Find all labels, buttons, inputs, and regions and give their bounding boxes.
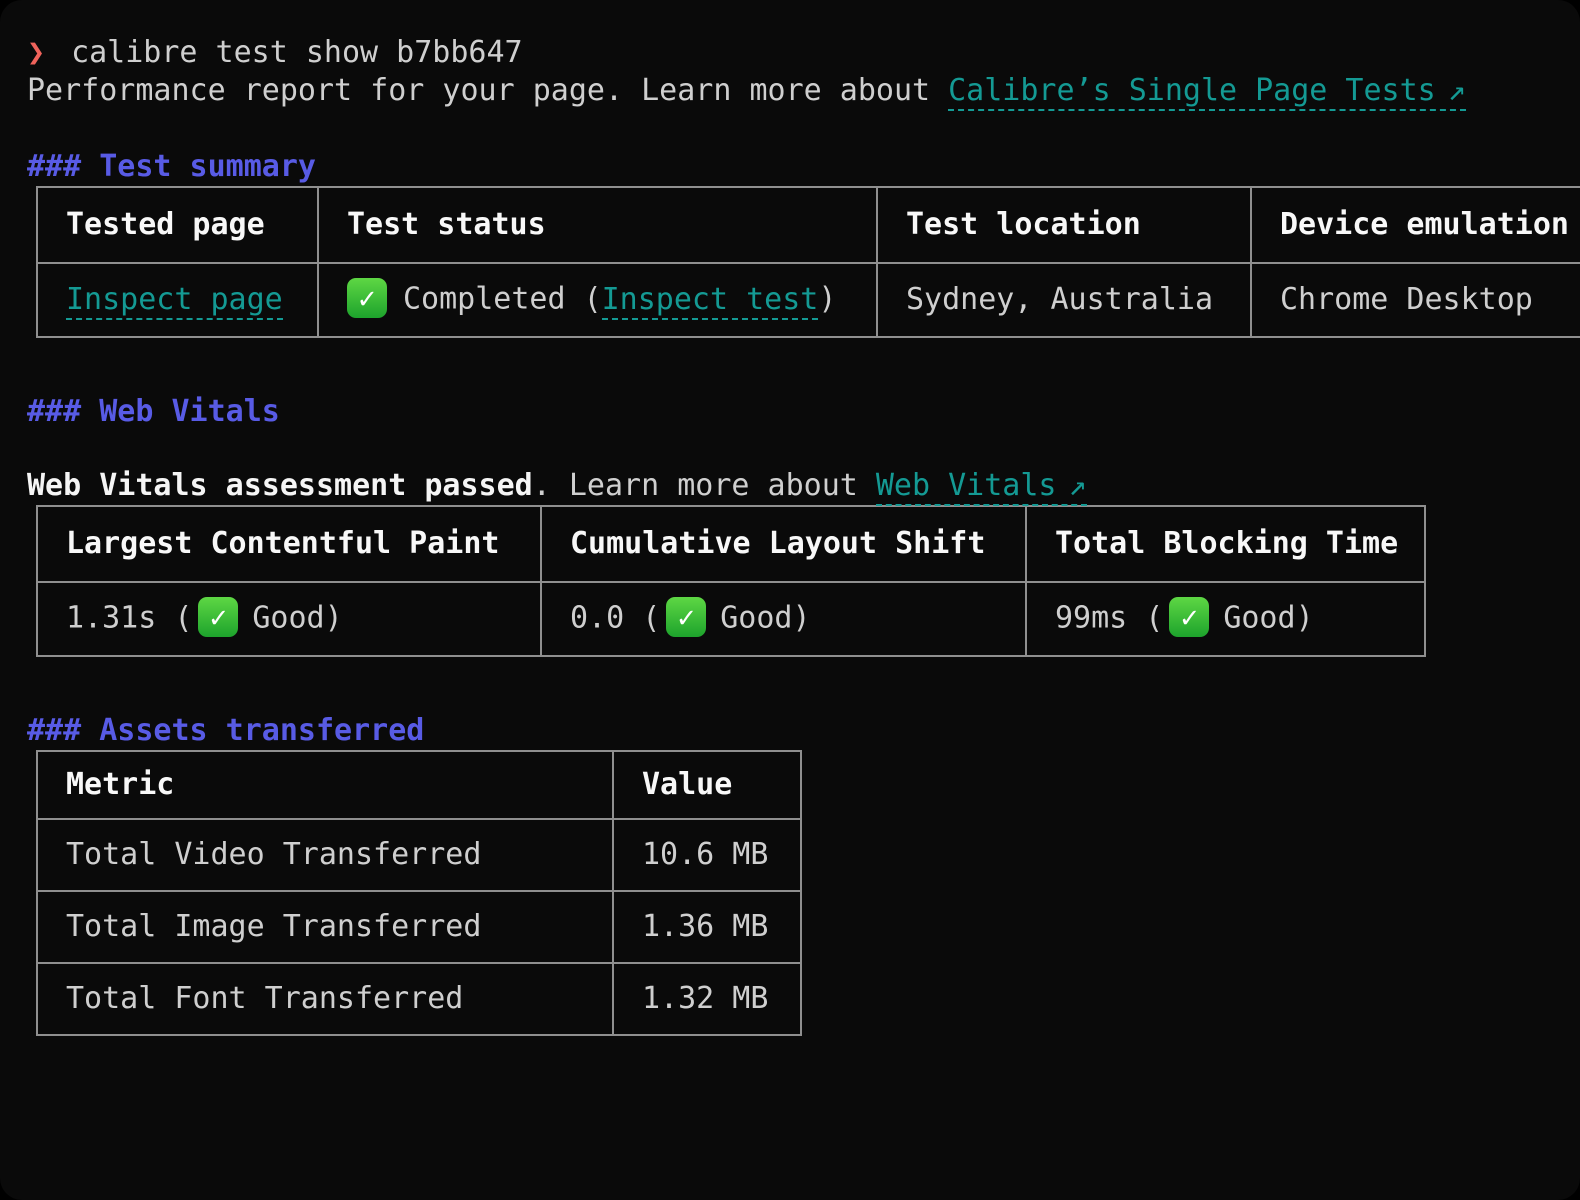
lcp-value: 1.31s (66, 601, 156, 636)
close-paren: ) (1296, 601, 1314, 636)
column-header-device-emulation: Device emulation (1251, 187, 1580, 263)
test-location-cell: Sydney, Australia (877, 263, 1251, 337)
column-header-test-location: Test location (877, 187, 1251, 263)
command-line: ❯ calibre test show b7bb647 (27, 34, 1580, 72)
value-cell: 1.32 MB (613, 963, 801, 1035)
terminal-window: ❯ calibre test show b7bb647 Performance r… (0, 0, 1580, 1200)
web-vitals-values-row: 1.31s ( ✓ Good) 0.0 ( ✓ Good) 99ms ( ✓ Good) (37, 582, 1425, 656)
inspect-page-link[interactable]: Inspect page (66, 282, 283, 320)
open-paren: ( (642, 601, 660, 636)
table-row-video: Total Video Transferred 10.6 MB (37, 819, 801, 891)
column-header-tested-page: Tested page (37, 187, 318, 263)
test-summary-heading: ### Test summary (27, 148, 1580, 186)
assets-header-row: Metric Value (37, 751, 801, 819)
cls-value-cell: 0.0 ( ✓ Good) (541, 582, 1026, 656)
value-cell: 1.36 MB (613, 891, 801, 963)
column-header-value: Value (613, 751, 801, 819)
check-emoji-icon: ✓ (198, 597, 238, 637)
test-status-cell: ✓ Completed (Inspect test) (318, 263, 877, 337)
intro-line: Performance report for your page. Learn … (27, 72, 1580, 110)
web-vitals-header-row: Largest Contentful Paint Cumulative Layo… (37, 506, 1425, 582)
column-header-tbt: Total Blocking Time (1026, 506, 1425, 582)
lcp-value-cell: 1.31s ( ✓ Good) (37, 582, 541, 656)
web-vitals-heading: ### Web Vitals (27, 393, 1580, 431)
open-paren: ( (174, 601, 192, 636)
assessment-passed-text: Web Vitals assessment passed (27, 468, 533, 503)
lcp-rating: Good (252, 601, 324, 636)
column-header-cls: Cumulative Layout Shift (541, 506, 1026, 582)
external-link-icon: ↗ (1448, 73, 1466, 108)
test-summary-table: Tested page Test status Test location De… (36, 186, 1580, 338)
check-glyph: ✓ (678, 598, 695, 636)
table-row-font: Total Font Transferred 1.32 MB (37, 963, 801, 1035)
tested-page-cell: Inspect page (37, 263, 318, 337)
check-emoji-icon: ✓ (666, 597, 706, 637)
close-paren: ) (818, 282, 836, 317)
metric-cell: Total Video Transferred (37, 819, 613, 891)
web-vitals-assessment-line: Web Vitals assessment passed. Learn more… (27, 467, 1580, 505)
web-vitals-link-label: Web Vitals (876, 468, 1057, 503)
column-header-lcp: Largest Contentful Paint (37, 506, 541, 582)
column-header-metric: Metric (37, 751, 613, 819)
metric-cell: Total Font Transferred (37, 963, 613, 1035)
check-glyph: ✓ (358, 279, 375, 317)
tbt-value: 99ms (1055, 601, 1127, 636)
check-glyph: ✓ (1181, 598, 1198, 636)
device-emulation-cell: Chrome Desktop (1251, 263, 1580, 337)
check-emoji-icon: ✓ (347, 278, 387, 318)
close-paren: ) (325, 601, 343, 636)
inspect-test-link[interactable]: Inspect test (602, 282, 819, 320)
web-vitals-table: Largest Contentful Paint Cumulative Layo… (36, 505, 1426, 657)
intro-text: Performance report for your page. Learn … (27, 73, 930, 108)
assessment-rest-text: . Learn more about (533, 468, 858, 503)
web-vitals-link[interactable]: Web Vitals ↗ (876, 468, 1087, 506)
test-summary-header-row: Tested page Test status Test location De… (37, 187, 1580, 263)
check-emoji-icon: ✓ (1169, 597, 1209, 637)
test-summary-row: Inspect page ✓ Completed (Inspect test) Sy… (37, 263, 1580, 337)
status-text: Completed (403, 282, 566, 317)
prompt-chevron-icon: ❯ (27, 35, 45, 70)
cls-value: 0.0 (570, 601, 624, 636)
column-header-test-status: Test status (318, 187, 877, 263)
single-page-tests-link-label: Calibre’s Single Page Tests (948, 73, 1436, 108)
check-glyph: ✓ (210, 598, 227, 636)
external-link-icon: ↗ (1068, 468, 1086, 503)
assets-table: Metric Value Total Video Transferred 10.… (36, 750, 802, 1036)
tbt-rating: Good (1223, 601, 1295, 636)
single-page-tests-link[interactable]: Calibre’s Single Page Tests ↗ (948, 73, 1466, 111)
command-text: calibre test show b7bb647 (71, 35, 523, 70)
metric-cell: Total Image Transferred (37, 891, 613, 963)
assets-transferred-heading: ### Assets transferred (27, 712, 1580, 750)
open-paren: ( (1145, 601, 1163, 636)
close-paren: ) (793, 601, 811, 636)
tbt-value-cell: 99ms ( ✓ Good) (1026, 582, 1425, 656)
table-row-image: Total Image Transferred 1.36 MB (37, 891, 801, 963)
value-cell: 10.6 MB (613, 819, 801, 891)
cls-rating: Good (720, 601, 792, 636)
open-paren: ( (584, 282, 602, 317)
